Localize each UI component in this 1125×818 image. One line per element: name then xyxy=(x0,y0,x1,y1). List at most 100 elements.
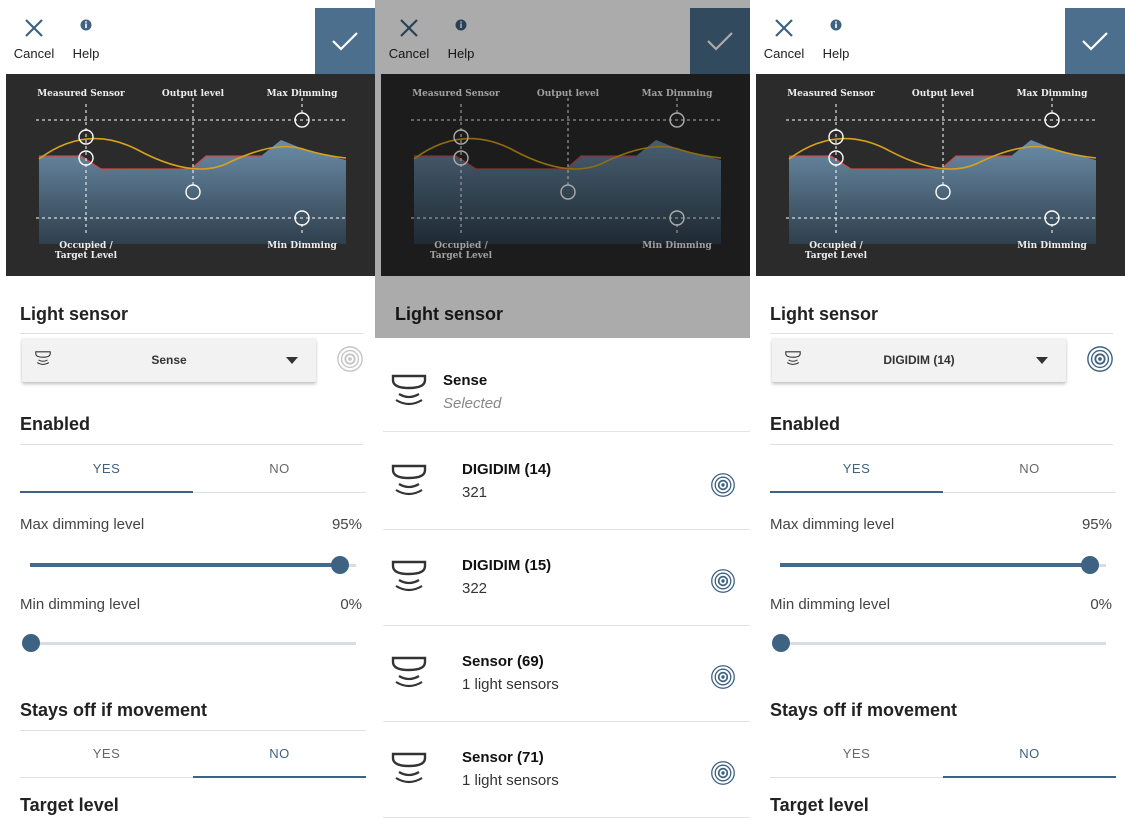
selected-indicator xyxy=(770,491,943,493)
selected-indicator xyxy=(943,776,1116,778)
stays-off-toggle: YES NO xyxy=(20,730,366,778)
help-label: Help xyxy=(72,46,100,61)
sensor-sub: 321 xyxy=(462,484,488,501)
identify-target-icon[interactable] xyxy=(1086,345,1114,373)
sensor-select[interactable]: Sense xyxy=(22,338,316,382)
sensor-option[interactable]: Sensor (71) 1 light sensors xyxy=(375,722,750,818)
min-dimming-slider[interactable] xyxy=(772,633,1106,653)
label-min-dimming: Min Dimming xyxy=(267,241,337,251)
enabled-no-option[interactable]: NO xyxy=(943,445,1116,493)
stays-off-no-option[interactable]: NO xyxy=(193,730,366,778)
sensor-name: Sensor (71) xyxy=(462,749,544,766)
label-max-dimming: Max Dimming xyxy=(267,89,339,99)
help-button[interactable]: Help xyxy=(56,14,116,61)
slider-knob[interactable] xyxy=(1080,556,1099,574)
info-icon xyxy=(830,19,842,31)
close-icon xyxy=(25,19,43,37)
cancel-button[interactable]: Cancel xyxy=(8,14,60,61)
info-icon xyxy=(80,19,92,31)
cancel-button[interactable]: Cancel xyxy=(758,14,810,61)
label-target-level: Target Level xyxy=(55,251,118,261)
modal-backdrop[interactable] xyxy=(375,0,750,338)
dimming-diagram: Measured Sensor Output level Max Dimming… xyxy=(6,74,375,276)
identify-target-icon[interactable] xyxy=(710,760,736,786)
label-occupied: Occupied / xyxy=(809,241,863,251)
selected-indicator xyxy=(20,491,193,493)
sensor-name: Sense xyxy=(443,372,488,389)
sensor-name: Sensor (69) xyxy=(462,653,544,670)
sensor-option[interactable]: DIGIDIM (15) 322 xyxy=(375,530,750,626)
max-dimming-row: Max dimming level 95% xyxy=(20,516,362,533)
dropdown-arrow-icon xyxy=(286,357,298,364)
target-level-heading: Target level xyxy=(20,795,119,815)
min-dimming-label: Min dimming level xyxy=(20,596,141,613)
selected-sensor: DIGIDIM (14) xyxy=(883,353,955,367)
sensor-option-current[interactable]: Sense Selected xyxy=(375,342,750,432)
min-dimming-row: Min dimming level 0% xyxy=(770,596,1112,613)
max-dimming-label: Max dimming level xyxy=(20,516,145,533)
sensor-status: Selected xyxy=(443,395,502,412)
slider-knob[interactable] xyxy=(22,634,40,652)
slider-fill xyxy=(780,563,1090,567)
identify-target-icon[interactable] xyxy=(710,472,736,498)
dropdown-arrow-icon xyxy=(1036,357,1048,364)
max-dimming-value: 95% xyxy=(1081,516,1112,533)
stays-off-yes-option[interactable]: YES xyxy=(20,730,193,778)
min-dimming-value: 0% xyxy=(340,596,362,613)
min-dimming-row: Min dimming level 0% xyxy=(20,596,362,613)
sensor-option[interactable]: DIGIDIM (14) 321 xyxy=(375,434,750,530)
top-bar: Cancel Help xyxy=(0,0,375,74)
enabled-heading: Enabled xyxy=(770,414,841,434)
close-icon xyxy=(775,19,793,37)
label-min-dimming: Min Dimming xyxy=(1017,241,1087,251)
stays-off-no-option[interactable]: NO xyxy=(943,730,1116,778)
min-dimming-slider[interactable] xyxy=(22,633,356,653)
sensor-icon xyxy=(389,372,429,412)
label-output-level: Output level xyxy=(912,89,975,99)
slider-knob[interactable] xyxy=(772,634,790,652)
sensor-option[interactable]: Sensor (69) 1 light sensors xyxy=(375,626,750,722)
slider-knob[interactable] xyxy=(330,556,349,574)
label-occupied: Occupied / xyxy=(59,241,113,251)
label-output-level: Output level xyxy=(162,89,225,99)
help-button[interactable]: Help xyxy=(806,14,866,61)
max-dimming-label: Max dimming level xyxy=(770,516,895,533)
target-level-heading: Target level xyxy=(770,795,869,815)
enabled-yes-option[interactable]: YES xyxy=(770,445,943,493)
identify-target-icon[interactable] xyxy=(336,345,364,373)
label-max-dimming: Max Dimming xyxy=(1017,89,1089,99)
sensor-sub: 1 light sensors xyxy=(462,676,559,693)
sensor-select[interactable]: DIGIDIM (14) xyxy=(772,338,1066,382)
dimming-diagram: Measured Sensor Output level Max Dimming… xyxy=(756,74,1125,276)
label-measured-sensor: Measured Sensor xyxy=(787,89,875,99)
selected-indicator xyxy=(193,776,366,778)
confirm-button[interactable] xyxy=(1065,8,1125,74)
sensor-sub: 322 xyxy=(462,580,488,597)
stays-off-yes-option[interactable]: YES xyxy=(770,730,943,778)
min-dimming-label: Min dimming level xyxy=(770,596,891,613)
enabled-yes-option[interactable]: YES xyxy=(20,445,193,493)
sensor-icon xyxy=(389,654,429,694)
stays-off-heading: Stays off if movement xyxy=(770,700,958,720)
cancel-label: Cancel xyxy=(763,46,805,61)
label-target-level: Target Level xyxy=(805,251,868,261)
max-dimming-row: Max dimming level 95% xyxy=(770,516,1112,533)
confirm-button[interactable] xyxy=(315,8,375,74)
enabled-no-option[interactable]: NO xyxy=(193,445,366,493)
identify-target-icon[interactable] xyxy=(710,664,736,690)
identify-target-icon[interactable] xyxy=(710,568,736,594)
light-sensor-heading: Light sensor xyxy=(20,304,129,324)
divider xyxy=(20,333,363,334)
stays-off-heading: Stays off if movement xyxy=(20,700,208,720)
enabled-heading: Enabled xyxy=(20,414,91,434)
divider xyxy=(770,333,1113,334)
sensor-icon xyxy=(389,558,429,598)
top-bar: Cancel Help xyxy=(750,0,1125,74)
sensor-sub: 1 light sensors xyxy=(462,772,559,789)
sensor-picker-panel: Cancel Help Measured Sensor Output level… xyxy=(375,0,750,818)
max-dimming-slider[interactable] xyxy=(30,555,356,575)
sensor-icon xyxy=(389,462,429,502)
sensor-name: DIGIDIM (15) xyxy=(462,557,552,574)
max-dimming-slider[interactable] xyxy=(780,555,1106,575)
slider-fill xyxy=(30,563,340,567)
